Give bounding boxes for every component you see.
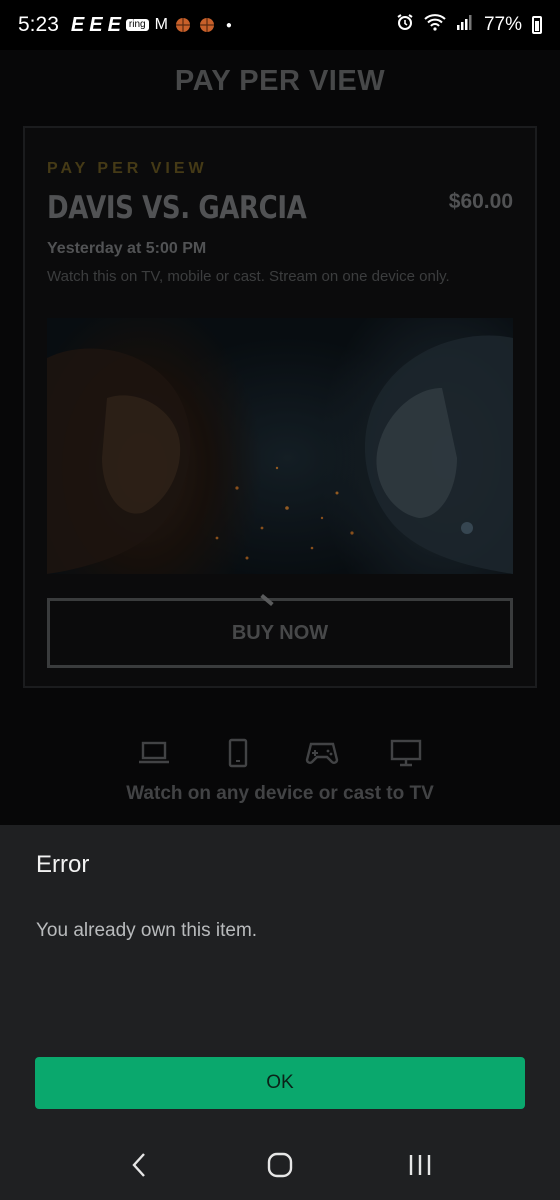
home-button[interactable] xyxy=(260,1145,300,1185)
gmail-icon: M xyxy=(154,16,168,33)
espn-icon: E xyxy=(107,14,121,36)
event-title: DAVIS VS. GARCIA xyxy=(47,190,307,226)
more-notifications-icon: ● xyxy=(225,19,232,31)
alarm-icon xyxy=(396,13,414,37)
devices-caption: Watch on any device or cast to TV xyxy=(126,783,434,804)
nba-icon xyxy=(198,16,216,34)
event-time: Yesterday at 5:00 PM xyxy=(47,240,207,257)
home-icon xyxy=(267,1152,293,1178)
laptop-icon xyxy=(136,738,172,768)
ppv-event-card: PAY PER VIEW DAVIS VS. GARCIA $60.00 Yes… xyxy=(23,126,537,688)
page-title: PAY PER VIEW xyxy=(174,65,386,97)
main-content: PAY PER VIEW PAY PER VIEW DAVIS VS. GARC… xyxy=(0,50,560,825)
recents-button[interactable] xyxy=(400,1145,440,1185)
fighters-artwork xyxy=(47,335,513,574)
ok-button-label: OK xyxy=(266,1072,294,1093)
back-button[interactable] xyxy=(120,1145,160,1185)
phone-icon xyxy=(220,738,256,768)
espn-icon: E xyxy=(89,14,102,36)
wifi-icon xyxy=(424,13,446,37)
status-bar: 5:23 E E E ring M ● 77% xyxy=(0,0,560,50)
back-icon xyxy=(132,1153,145,1177)
nba-icon xyxy=(174,16,192,34)
battery-icon xyxy=(532,16,542,34)
buy-now-button[interactable]: BUY NOW xyxy=(47,593,513,668)
status-time: 5:23 xyxy=(18,13,59,36)
tv-icon xyxy=(388,738,424,768)
gamepad-icon xyxy=(304,738,340,768)
signal-icon xyxy=(456,13,474,37)
loading-spinner-icon xyxy=(260,593,274,607)
device-icons-row xyxy=(0,738,560,768)
battery-percentage: 77% xyxy=(483,14,522,35)
buy-now-label: BUY NOW xyxy=(231,621,329,644)
event-price: $60.00 xyxy=(448,190,513,213)
recents-icon xyxy=(409,1155,431,1175)
dialog-title: Error xyxy=(36,851,90,878)
event-description: Watch this on TV, mobile or cast. Stream… xyxy=(47,268,450,285)
ok-button[interactable]: OK xyxy=(35,1057,525,1109)
error-dialog: Error You already own this item. OK xyxy=(0,825,560,1130)
system-navigation-bar xyxy=(0,1130,560,1200)
event-poster-image xyxy=(47,318,513,574)
dialog-message: You already own this item. xyxy=(36,920,258,941)
espn-icon: E xyxy=(70,14,84,36)
card-kicker: PAY PER VIEW xyxy=(47,160,208,177)
ring-icon: ring xyxy=(125,19,149,31)
